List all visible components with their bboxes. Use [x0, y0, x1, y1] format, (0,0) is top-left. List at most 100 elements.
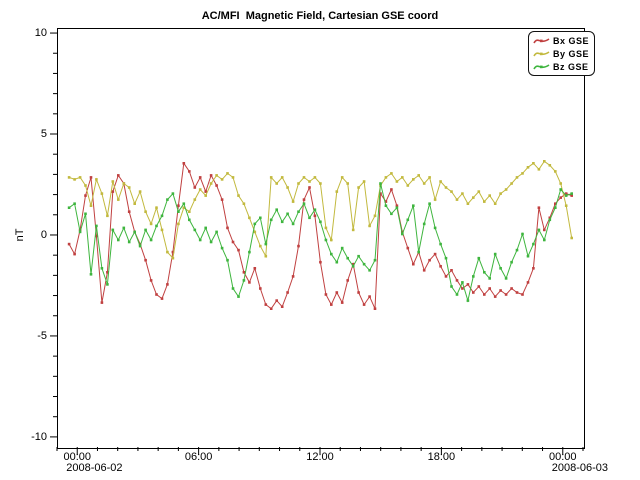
- data-point-marker: [494, 202, 497, 205]
- data-point-marker: [554, 206, 557, 209]
- data-point-marker: [123, 227, 126, 230]
- data-point-marker: [445, 275, 448, 278]
- y-tick-label: -5: [18, 330, 47, 342]
- data-point-marker: [79, 176, 82, 179]
- data-point-marker: [73, 253, 76, 256]
- data-point-marker: [237, 194, 240, 197]
- data-point-marker: [232, 287, 235, 290]
- bx-series-marker-icon: [533, 35, 550, 46]
- plot-area: Bx GSE By GSE Bz GSE: [57, 28, 585, 449]
- data-point-marker: [166, 251, 169, 254]
- data-point-marker: [532, 267, 535, 270]
- data-point-marker: [363, 180, 366, 183]
- data-point-marker: [385, 176, 388, 179]
- data-point-marker: [368, 295, 371, 298]
- data-point-marker: [270, 219, 273, 222]
- data-point-marker: [505, 293, 508, 296]
- data-point-marker: [286, 213, 289, 216]
- data-point-marker: [139, 245, 142, 248]
- data-point-marker: [483, 271, 486, 274]
- legend-item-by: By GSE: [533, 47, 589, 60]
- data-point-marker: [128, 210, 131, 213]
- data-point-marker: [161, 229, 164, 232]
- data-point-marker: [303, 202, 306, 205]
- data-point-marker: [450, 269, 453, 272]
- x-axis-date-end: 2008-06-03: [552, 462, 608, 474]
- data-point-marker: [336, 261, 339, 264]
- data-point-marker: [527, 281, 530, 284]
- data-point-marker: [456, 279, 459, 282]
- data-point-marker: [478, 190, 481, 193]
- data-point-marker: [549, 164, 552, 167]
- data-point-marker: [101, 267, 104, 270]
- y-tick-label: -10: [18, 431, 47, 443]
- data-point-marker: [144, 229, 147, 232]
- data-point-marker: [543, 239, 546, 242]
- data-point-marker: [133, 202, 136, 205]
- chart-canvas: AC/MFI Magnetic Field, Cartesian GSE coo…: [0, 0, 640, 480]
- data-point-marker: [281, 221, 284, 224]
- data-point-marker: [330, 253, 333, 256]
- data-point-marker: [265, 243, 268, 246]
- data-point-marker: [292, 275, 295, 278]
- data-point-marker: [417, 174, 420, 177]
- data-point-marker: [319, 182, 322, 185]
- data-point-marker: [199, 176, 202, 179]
- data-point-marker: [286, 291, 289, 294]
- data-point-marker: [434, 198, 437, 201]
- data-point-marker: [292, 223, 295, 226]
- legend-item-bx: Bx GSE: [533, 34, 589, 47]
- data-point-marker: [248, 217, 251, 220]
- data-point-marker: [68, 176, 71, 179]
- data-point-marker: [161, 215, 164, 218]
- data-point-marker: [204, 227, 207, 230]
- data-point-marker: [237, 249, 240, 252]
- data-point-marker: [368, 225, 371, 228]
- data-point-marker: [445, 186, 448, 189]
- by-series-marker-icon: [533, 48, 550, 59]
- data-point-marker: [434, 253, 437, 256]
- data-point-marker: [237, 295, 240, 298]
- legend-label-by: By GSE: [553, 49, 589, 59]
- data-point-marker: [73, 178, 76, 181]
- data-point-marker: [336, 291, 339, 294]
- data-point-marker: [314, 208, 317, 211]
- data-point-marker: [417, 251, 420, 254]
- series-plot: [58, 29, 584, 448]
- data-point-marker: [166, 283, 169, 286]
- data-point-marker: [527, 166, 530, 169]
- data-point-marker: [390, 188, 393, 191]
- data-point-marker: [150, 279, 153, 282]
- data-point-marker: [308, 186, 311, 189]
- data-point-marker: [101, 301, 104, 304]
- data-point-marker: [259, 245, 262, 248]
- data-point-marker: [194, 229, 197, 232]
- data-point-marker: [248, 251, 251, 254]
- data-point-marker: [84, 194, 87, 197]
- data-point-marker: [90, 176, 93, 179]
- data-point-marker: [183, 162, 186, 165]
- data-point-marker: [412, 178, 415, 181]
- data-point-marker: [467, 299, 470, 302]
- data-point-marker: [483, 200, 486, 203]
- data-point-marker: [456, 293, 459, 296]
- data-point-marker: [204, 194, 207, 197]
- data-point-marker: [286, 186, 289, 189]
- data-point-marker: [467, 283, 470, 286]
- data-point-marker: [177, 204, 180, 207]
- data-point-marker: [341, 247, 344, 250]
- data-point-marker: [215, 184, 218, 187]
- y-tick-label: 10: [18, 27, 47, 39]
- data-point-marker: [570, 192, 573, 195]
- data-point-marker: [215, 231, 218, 234]
- data-point-marker: [221, 178, 224, 181]
- data-point-marker: [330, 303, 333, 306]
- data-point-marker: [254, 223, 257, 226]
- data-point-marker: [565, 194, 568, 197]
- data-point-marker: [472, 291, 475, 294]
- x-tick-label: 00:00: [55, 451, 99, 463]
- data-point-marker: [275, 299, 278, 302]
- data-point-marker: [101, 192, 104, 195]
- data-point-marker: [505, 188, 508, 191]
- data-point-marker: [450, 190, 453, 193]
